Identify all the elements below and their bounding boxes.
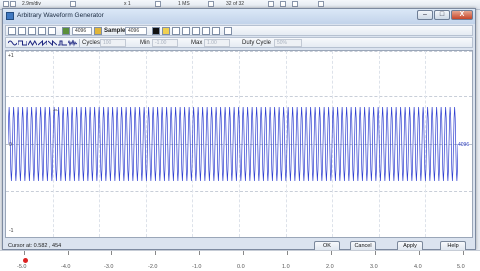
minimize-button[interactable]: – (417, 10, 433, 20)
axis-tick-label: 0.0 (237, 264, 245, 270)
max-label: Max (191, 40, 203, 46)
axis-tick (243, 251, 244, 255)
waveform-trace (8, 106, 458, 182)
draw-line-icon[interactable] (48, 27, 56, 35)
close-button[interactable]: X (451, 10, 473, 20)
title-bar[interactable]: Arbitrary Waveform Generator – □ X (3, 9, 475, 24)
axis-tick-label: -4.0 (61, 264, 71, 270)
cycles-label: Cycles (82, 40, 101, 46)
noise-wave-icon[interactable] (68, 39, 77, 47)
background-time-axis: -5.0 -4.0 -3.0 -2.0 -1.0 0.0 1.0 2.0 3.0… (0, 250, 480, 271)
axis-tick-label: -1.0 (192, 264, 202, 270)
axis-tick (199, 251, 200, 255)
axis-tick (155, 251, 156, 255)
app-toolbar-icon[interactable] (292, 1, 298, 7)
sine-wave-icon[interactable] (8, 39, 17, 47)
app-toolbar-icon[interactable] (208, 1, 214, 7)
y-max-label: +1 (8, 53, 14, 59)
max-input[interactable]: 1.00 (204, 39, 230, 47)
capture-count[interactable]: 32 of 32 (226, 1, 244, 8)
open-file-icon[interactable] (8, 27, 16, 35)
normalize-icon[interactable] (162, 27, 170, 35)
invert-icon[interactable] (152, 27, 160, 35)
samples-left-field[interactable]: 4096 (72, 27, 92, 35)
editor-toolbar: 4096 Samples 4096 (5, 25, 473, 36)
axis-tick-label: 2.0 (326, 264, 334, 270)
draw-freehand-icon[interactable] (38, 27, 46, 35)
pan-icon[interactable] (212, 27, 220, 35)
axis-tick (375, 251, 376, 255)
save-file-icon[interactable] (18, 27, 26, 35)
axis-tick (331, 251, 332, 255)
axis-tick-label: -3.0 (104, 264, 114, 270)
export-icon[interactable] (28, 27, 36, 35)
ramp-down-icon[interactable] (48, 39, 57, 47)
zoom-in-icon[interactable] (182, 27, 190, 35)
axis-tick (287, 251, 288, 255)
min-label: Min (140, 40, 150, 46)
timebase-readout[interactable]: 2.9m/div (22, 1, 41, 8)
help-icon[interactable] (224, 27, 232, 35)
y-min-label: -1 (9, 228, 14, 234)
app-toolbar-icon[interactable] (280, 1, 286, 7)
cycles-input[interactable]: 100 (100, 39, 126, 47)
maximize-button[interactable]: □ (434, 10, 450, 20)
pulse-wave-icon[interactable] (58, 39, 67, 47)
axis-tick-label: -5.0 (17, 264, 27, 270)
samples-icon (94, 27, 102, 35)
axis-tick (419, 251, 420, 255)
zoom-fit-icon[interactable] (202, 27, 210, 35)
waveform-canvas[interactable]: +1 0 -1 4096 ⇔ (5, 50, 473, 238)
app-toolbar-icon[interactable] (10, 1, 16, 7)
axis-tick (68, 251, 69, 255)
window-title: Arbitrary Waveform Generator (17, 12, 104, 19)
triangle-wave-icon[interactable] (28, 39, 37, 47)
sample-count-label: 4096 (458, 142, 470, 148)
axis-tick (463, 251, 464, 255)
axis-tick-label: 3.0 (370, 264, 378, 270)
app-toolbar-icon[interactable] (70, 1, 76, 7)
zoom-out-icon[interactable] (192, 27, 200, 35)
square-wave-icon[interactable] (18, 39, 27, 47)
toolbar-divider (79, 39, 80, 47)
undo-icon[interactable] (172, 27, 180, 35)
awg-dialog: Arbitrary Waveform Generator – □ X 4096 … (2, 8, 476, 252)
samples-input[interactable]: 4096 (125, 27, 147, 35)
app-toolbar-icon[interactable] (3, 1, 9, 7)
axis-tick-label: 4.0 (414, 264, 422, 270)
trigger-marker-icon[interactable] (23, 258, 28, 263)
axis-tick-label: 1.0 (282, 264, 290, 270)
app-toolbar-icon[interactable] (268, 1, 274, 7)
app-toolbar-icon[interactable] (155, 1, 161, 7)
cursor-position: Cursor at: 0.582 , 454 (8, 243, 62, 249)
min-input[interactable]: -1.00 (152, 39, 178, 47)
ramp-up-icon[interactable] (38, 39, 47, 47)
axis-tick (111, 251, 112, 255)
waveform-library-icon[interactable] (62, 27, 70, 35)
mouse-cursor-icon: ⇔ (52, 107, 59, 114)
zoom-readout[interactable]: x 1 (124, 1, 131, 8)
samples-readout[interactable]: 1 MS (178, 1, 190, 8)
axis-tick (24, 251, 25, 255)
app-toolbar-icon[interactable] (318, 1, 324, 7)
duty-cycle-input[interactable]: 50% (274, 39, 302, 47)
waveform-toolbar: Cycles 100 Min -1.00 Max 1.00 Duty Cycle… (5, 37, 473, 48)
duty-cycle-label: Duty Cycle (242, 40, 272, 46)
axis-tick-label: 5.0 (457, 264, 465, 270)
axis-tick-label: -2.0 (148, 264, 158, 270)
awg-app-icon (6, 12, 14, 20)
